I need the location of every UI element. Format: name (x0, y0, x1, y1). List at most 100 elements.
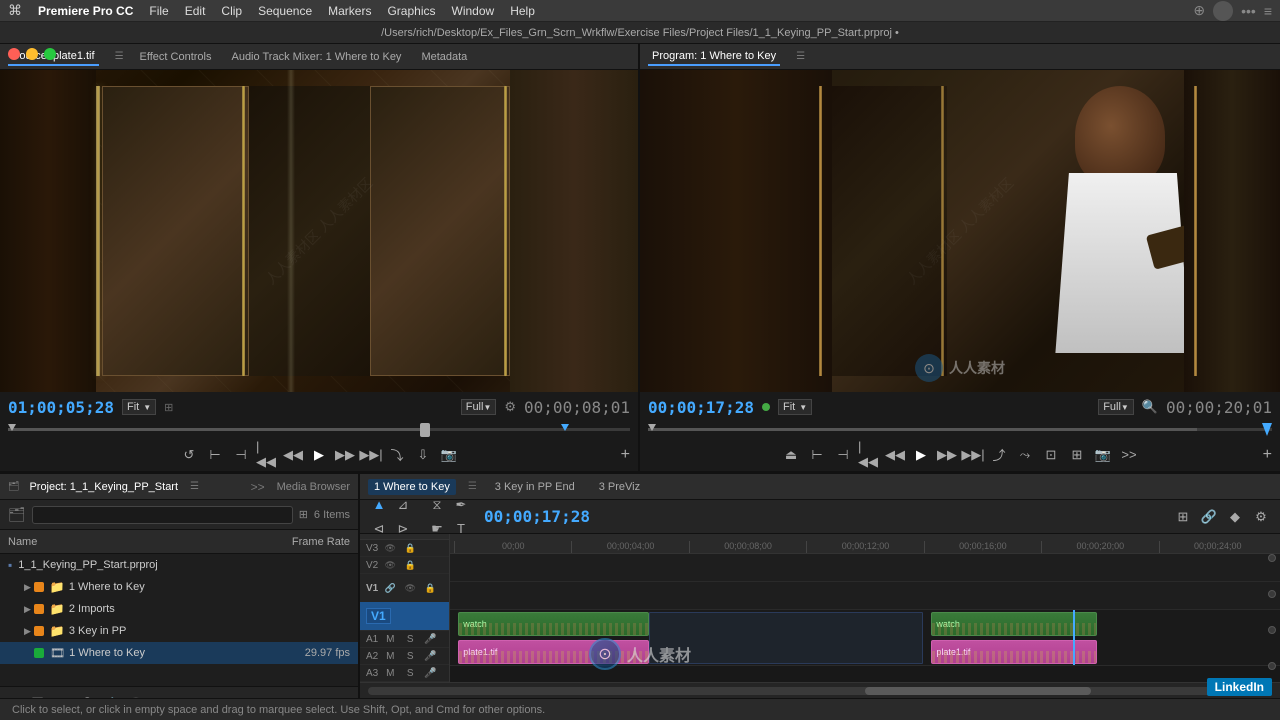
close-button[interactable] (8, 48, 20, 60)
tl-settings-btn[interactable]: ⚙ (1250, 506, 1272, 528)
tl-linked-btn[interactable]: 🔗 (1198, 506, 1220, 528)
source-loop-btn[interactable]: ↺ (178, 444, 200, 466)
source-fit-selector[interactable]: Fit ▼ (122, 399, 156, 415)
minimize-button[interactable] (26, 48, 38, 60)
source-marker-icon[interactable]: ⚙ (504, 399, 516, 415)
project-menu-icon[interactable]: ☰ (190, 481, 199, 492)
source-prev-btn[interactable]: ◀◀ (282, 444, 304, 466)
tl-slip-btn[interactable]: ⧖ (426, 494, 448, 516)
tl-tab-previz[interactable]: 3 PreViz (593, 479, 646, 495)
program-menu-icon[interactable]: ☰ (796, 51, 805, 62)
a2-s-btn[interactable]: S (402, 648, 418, 664)
tl-pen-btn[interactable]: ✒ (450, 494, 472, 516)
v1-lock-btn[interactable]: 🔒 (422, 580, 438, 596)
track-expand-v3[interactable] (1268, 554, 1276, 562)
tab-audio-track-mixer[interactable]: Audio Track Mixer: 1 Where to Key (227, 49, 405, 65)
project-search[interactable] (32, 506, 293, 524)
source-overwrite-btn[interactable]: ⇩ (412, 444, 434, 466)
program-fit-selector[interactable]: Fit ▼ (778, 399, 812, 415)
tl-tab-1[interactable]: 1 Where to Key (368, 479, 456, 495)
clip-watch-1[interactable]: watch (458, 612, 649, 636)
prog-next-btn[interactable]: ▶▶ (936, 444, 958, 466)
track-a1[interactable] (450, 666, 1280, 682)
maximize-button[interactable] (44, 48, 56, 60)
prog-step-back-btn[interactable]: ⊢ (806, 444, 828, 466)
source-add-btn[interactable]: + (621, 446, 630, 464)
folder-expand-icon[interactable]: ▶ (24, 582, 31, 593)
prog-goto-out-btn[interactable]: ▶▶| (962, 444, 984, 466)
source-play-btn[interactable]: ▶ (308, 444, 330, 466)
tab-program[interactable]: Program: 1 Where to Key (648, 48, 780, 66)
program-scrubber[interactable] (640, 422, 1280, 438)
source-goto-in-btn[interactable]: |◀◀ (256, 444, 278, 466)
source-step-back-btn[interactable]: ⊢ (204, 444, 226, 466)
folder-2-expand-icon[interactable]: ▶ (24, 604, 31, 615)
prog-prev-btn[interactable]: ◀◀ (884, 444, 906, 466)
a3-s-btn[interactable]: S (402, 665, 418, 681)
v1-eye-btn[interactable]: 👁 (402, 580, 418, 596)
tl-select-btn[interactable]: ▲ (368, 494, 390, 516)
source-step-fwd-btn[interactable]: ⊣ (230, 444, 252, 466)
program-full-selector[interactable]: Full ▼ (1098, 399, 1134, 415)
list-item[interactable]: ▪ 1_1_Keying_PP_Start.prproj (0, 554, 358, 576)
menu-edit[interactable]: Edit (185, 4, 206, 18)
v1-indicator[interactable]: V1 (366, 608, 391, 624)
list-view-btn[interactable]: ⊞ (299, 508, 308, 521)
track-v2[interactable] (450, 582, 1280, 610)
prog-match-btn[interactable]: ⊞ (1066, 444, 1088, 466)
menu-help[interactable]: Help (510, 4, 535, 18)
list-item[interactable]: ▶ 🎞 1 Where to Key 29.97 fps (0, 642, 358, 664)
track-expand-v1[interactable] (1268, 626, 1276, 634)
prog-lift-btn[interactable]: ⤴ (988, 444, 1010, 466)
v3-lock-btn[interactable]: 🔒 (402, 540, 418, 556)
menu-graphics[interactable]: Graphics (387, 4, 435, 18)
source-full-selector[interactable]: Full ▼ (461, 399, 497, 415)
prog-camera-btn[interactable]: 📷 (1092, 444, 1114, 466)
tl-tab-3-key[interactable]: 3 Key in PP End (489, 479, 581, 495)
tl-scroll-bar[interactable] (360, 682, 1280, 698)
a1-s-btn[interactable]: S (402, 631, 418, 647)
track-v1[interactable]: watch plate1.tif watch (450, 610, 1280, 666)
list-item[interactable]: ▶ 📁 3 Key in PP (0, 620, 358, 642)
a3-mic-btn[interactable]: 🎤 (422, 665, 438, 681)
v1-sync-lock[interactable]: 🔗 (382, 580, 398, 596)
tab-metadata[interactable]: Metadata (417, 49, 471, 65)
a3-m-btn[interactable]: M (382, 665, 398, 681)
source-settings-icon[interactable]: ⊞ (164, 401, 173, 414)
source-next-btn[interactable]: ▶▶ (334, 444, 356, 466)
prog-play-btn[interactable]: ▶ (910, 444, 932, 466)
list-item[interactable]: ▶ 📁 2 Imports (0, 598, 358, 620)
folder-3-expand-icon[interactable]: ▶ (24, 626, 31, 637)
prog-extract-btn[interactable]: ⤳ (1014, 444, 1036, 466)
a2-mic-btn[interactable]: 🎤 (422, 648, 438, 664)
source-camera-btn[interactable]: 📷 (438, 444, 460, 466)
source-goto-out-btn[interactable]: ▶▶| (360, 444, 382, 466)
tl-tab-1-menu[interactable]: ☰ (468, 481, 477, 492)
v3-eye-btn[interactable]: 👁 (382, 540, 398, 556)
menu-file[interactable]: File (149, 4, 168, 18)
prog-add-btn[interactable]: + (1263, 446, 1272, 464)
a1-m-btn[interactable]: M (382, 631, 398, 647)
prog-trim-btn[interactable]: ⊡ (1040, 444, 1062, 466)
menu-markers[interactable]: Markers (328, 4, 371, 18)
a2-m-btn[interactable]: M (382, 648, 398, 664)
track-expand-a1[interactable] (1268, 662, 1276, 670)
source-menu-icon[interactable]: ☰ (115, 51, 124, 62)
v2-eye-btn[interactable]: 👁 (382, 557, 398, 573)
track-expand-v2[interactable] (1268, 590, 1276, 598)
source-scrubber[interactable] (0, 422, 638, 438)
clip-plate1-1[interactable]: plate1.tif (458, 640, 649, 664)
tl-track-select-btn[interactable]: ⊿ (392, 494, 414, 516)
menu-clip[interactable]: Clip (221, 4, 242, 18)
v2-lock-btn[interactable]: 🔒 (402, 557, 418, 573)
prog-goto-in-btn[interactable]: |◀◀ (858, 444, 880, 466)
source-insert-btn[interactable]: ⤵ (386, 444, 408, 466)
media-browser-tab[interactable]: Media Browser (277, 481, 350, 493)
tl-add-marker-btn[interactable]: ◆ (1224, 506, 1246, 528)
prog-step-fwd-btn[interactable]: ⊣ (832, 444, 854, 466)
program-wrench-icon[interactable]: 🔍 (1142, 399, 1158, 415)
menu-sequence[interactable]: Sequence (258, 4, 312, 18)
menu-window[interactable]: Window (452, 4, 495, 18)
a1-mic-btn[interactable]: 🎤 (422, 631, 438, 647)
tl-snap-btn[interactable]: ⊞ (1172, 506, 1194, 528)
